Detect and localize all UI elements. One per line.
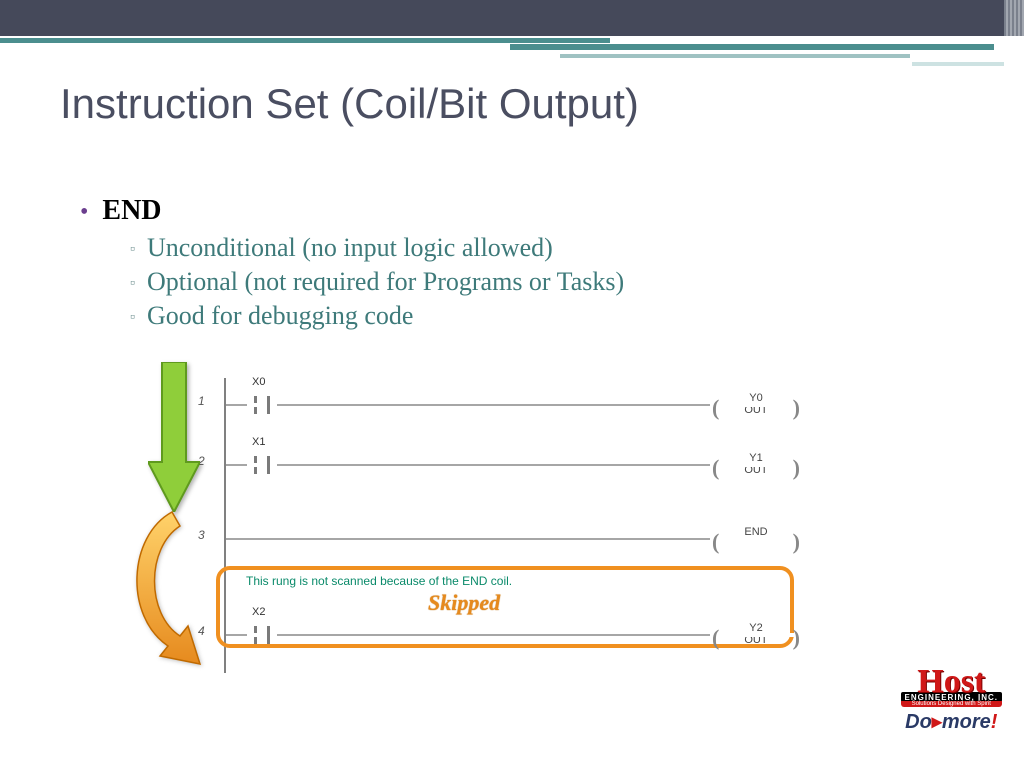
rung: 3 () END xyxy=(128,508,804,562)
sub-bullet-text: Good for debugging code xyxy=(147,301,413,331)
coil-symbol: () Y2 OUT xyxy=(726,622,786,646)
slide-title: Instruction Set (Coil/Bit Output) xyxy=(60,80,639,128)
square-bullet-icon: ▫ xyxy=(130,242,135,258)
play-icon: ▸ xyxy=(932,711,942,733)
logo-brand: Host xyxy=(901,670,1002,694)
logo-product-a: Do xyxy=(905,711,932,733)
content-body: • END ▫ Unconditional (no input logic al… xyxy=(80,195,964,335)
header-bar-dark xyxy=(0,0,1024,36)
rung-wire xyxy=(226,404,784,406)
bullet-end: • END xyxy=(80,195,964,227)
skipped-message: This rung is not scanned because of the … xyxy=(246,574,512,588)
coil-symbol-end: () END xyxy=(726,526,786,538)
contact-label: X2 xyxy=(252,606,265,618)
sub-bullet: ▫ Unconditional (no input logic allowed) xyxy=(130,233,964,263)
logo-product-b: more xyxy=(942,711,991,733)
rung-wire xyxy=(226,538,784,540)
logo-excl: ! xyxy=(991,711,998,733)
sub-bullet-text: Optional (not required for Programs or T… xyxy=(147,267,624,297)
rung: 2 X1 () Y1 OUT xyxy=(128,434,804,488)
contact-label: X0 xyxy=(252,376,265,388)
rung-wire xyxy=(226,464,784,466)
contact-label: X1 xyxy=(252,436,265,448)
scan-direction-arrow-icon xyxy=(148,362,200,512)
contact-symbol xyxy=(248,392,276,416)
square-bullet-icon: ▫ xyxy=(130,276,135,292)
contact-symbol xyxy=(248,622,276,646)
square-bullet-icon: ▫ xyxy=(130,310,135,326)
ladder-diagram: 1 X0 () Y0 OUT 2 X1 () Y1 OUT 3 () END xyxy=(128,368,804,678)
contact-symbol xyxy=(248,452,276,476)
header-bar-accent xyxy=(0,36,1024,62)
sub-bullet-text: Unconditional (no input logic allowed) xyxy=(147,233,553,263)
sub-bullet: ▫ Good for debugging code xyxy=(130,301,964,331)
sub-bullet: ▫ Optional (not required for Programs or… xyxy=(130,267,964,297)
logo-tagline: Solutions Designed with Spirit xyxy=(901,701,1002,707)
coil-symbol: () Y1 OUT xyxy=(726,452,786,476)
bullet-end-label: END xyxy=(102,195,161,227)
rung: 1 X0 () Y0 OUT xyxy=(128,374,804,428)
rung-wire xyxy=(226,634,784,636)
logo-product: Do▸more! xyxy=(901,709,1002,734)
sub-bullet-list: ▫ Unconditional (no input logic allowed)… xyxy=(130,233,964,331)
rung: 4 X2 () Y2 OUT xyxy=(128,604,804,658)
coil-symbol: () Y0 OUT xyxy=(726,392,786,416)
bullet-icon: • xyxy=(80,200,88,224)
skip-arrow-icon xyxy=(122,506,222,676)
vendor-logo: Host ENGINEERING, INC. Solutions Designe… xyxy=(901,670,1002,734)
